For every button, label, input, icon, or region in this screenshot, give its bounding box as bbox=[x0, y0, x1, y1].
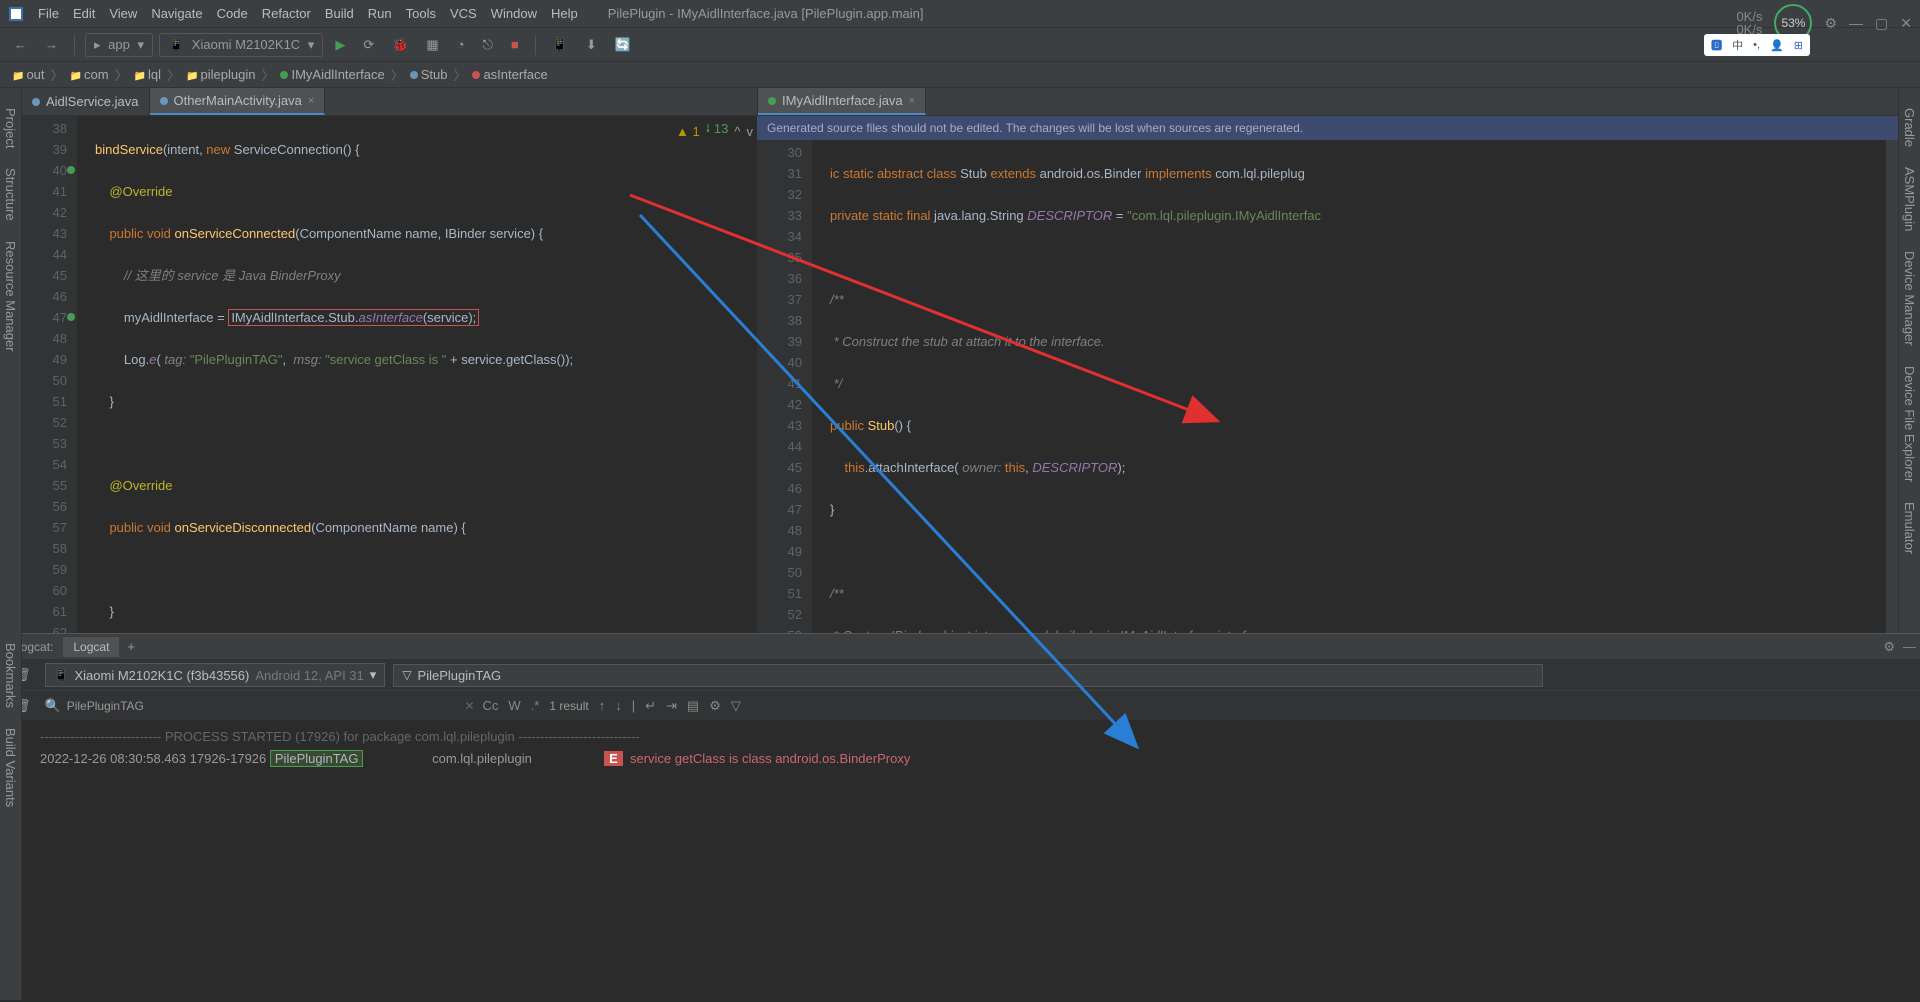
menu-run[interactable]: Run bbox=[362, 4, 398, 23]
breadcrumb-item[interactable]: asInterface bbox=[472, 67, 547, 82]
tab-imyaidlinterface[interactable]: IMyAidlInterface.java× bbox=[758, 88, 926, 115]
soft-wrap-button[interactable]: ↵ bbox=[645, 698, 656, 714]
apply-changes-button[interactable]: ⟳ bbox=[357, 34, 380, 56]
right-editor[interactable]: 3031323334353637383940414243444546474849… bbox=[757, 140, 1898, 633]
left-editor[interactable]: ▲ 1⭭ 13^v 383940414243444546474849505152… bbox=[22, 116, 757, 633]
generated-warning-banner: Generated source files should not be edi… bbox=[757, 116, 1898, 140]
close-icon[interactable]: × bbox=[909, 95, 915, 107]
breadcrumb-item[interactable]: lql bbox=[134, 67, 161, 82]
right-tool-sidebar: Gradle ASMPlugin Device Manager Device F… bbox=[1898, 88, 1920, 633]
add-tab-button[interactable]: + bbox=[119, 639, 143, 654]
right-editor-pane: IMyAidlInterface.java× Generated source … bbox=[757, 88, 1898, 633]
logcat-tab[interactable]: Logcat bbox=[63, 637, 119, 657]
menu-build[interactable]: Build bbox=[319, 4, 360, 23]
menu-view[interactable]: View bbox=[103, 4, 143, 23]
tab-aidlservice[interactable]: AidlService.java bbox=[22, 88, 150, 115]
window-title: PilePlugin - IMyAidlInterface.java [Pile… bbox=[608, 6, 924, 21]
sdk-button[interactable]: ⬇ bbox=[580, 34, 603, 56]
net-speed: 0K/s0K/s bbox=[1736, 10, 1762, 36]
sidebar-emulator[interactable]: Emulator bbox=[1899, 492, 1920, 564]
menu-code[interactable]: Code bbox=[211, 4, 254, 23]
breadcrumb-item[interactable]: IMyAidlInterface bbox=[280, 67, 384, 82]
right-code[interactable]: ic static abstract class Stub extends an… bbox=[812, 140, 1886, 633]
menu-help[interactable]: Help bbox=[545, 4, 584, 23]
menu-edit[interactable]: Edit bbox=[67, 4, 101, 23]
coverage-button[interactable]: ▦ bbox=[420, 34, 444, 56]
device-dropdown[interactable]: 📱 Xiaomi M2102K1C ▾ bbox=[159, 33, 323, 57]
gear-icon[interactable]: ⚙ bbox=[1824, 15, 1837, 32]
sidebar-device-manager[interactable]: Device Manager bbox=[1899, 241, 1920, 356]
breadcrumb-item[interactable]: com bbox=[70, 67, 109, 82]
scrollbar[interactable] bbox=[1886, 140, 1898, 633]
app-logo bbox=[8, 6, 24, 22]
sidebar-bookmarks[interactable]: Bookmarks bbox=[0, 633, 21, 718]
sync-button[interactable]: 🔄 bbox=[609, 34, 637, 56]
breadcrumb-item[interactable]: out bbox=[12, 67, 45, 82]
ime-badges[interactable]: 🅱中•,👤⊞ bbox=[1704, 34, 1810, 56]
filter-button[interactable]: ▽ bbox=[731, 698, 741, 714]
close-icon[interactable]: ✕ bbox=[1900, 15, 1912, 32]
editor-tabs-left: AidlService.java OtherMainActivity.java× bbox=[22, 88, 757, 116]
regex-toggle[interactable]: .* bbox=[531, 698, 540, 713]
stop-button[interactable]: ■ bbox=[505, 34, 525, 55]
logcat-output[interactable]: ---------------------------- PROCESS STA… bbox=[0, 720, 1920, 1002]
sidebar-structure[interactable]: Structure bbox=[0, 158, 21, 231]
sidebar-project[interactable]: Project bbox=[0, 98, 21, 158]
search-result-count: 1 result bbox=[549, 699, 588, 713]
attach-button[interactable]: ⎋ bbox=[477, 34, 499, 56]
menu-tools[interactable]: Tools bbox=[400, 4, 442, 23]
gear-icon[interactable]: ⚙ bbox=[1883, 639, 1895, 655]
run-button[interactable]: ▶ bbox=[329, 34, 351, 56]
logcat-search-bar: 🗑 🔍 PilePluginTAG✕ Cc W .* 1 result ↑ ↓ … bbox=[0, 690, 1920, 720]
logcat-panel: Logcat: Logcat + ⚙— 🗑 📱 Xiaomi M2102K1C … bbox=[0, 633, 1920, 1002]
case-toggle[interactable]: Cc bbox=[483, 698, 499, 713]
sidebar-device-file-explorer[interactable]: Device File Explorer bbox=[1899, 356, 1920, 492]
nav-forward-button[interactable]: → bbox=[39, 34, 64, 55]
sidebar-build-variants[interactable]: Build Variants bbox=[0, 718, 21, 817]
menu-bar: File Edit View Navigate Code Refactor Bu… bbox=[0, 0, 1920, 28]
debug-button[interactable]: 🐞 bbox=[386, 34, 414, 56]
logcat-search-input[interactable]: 🔍 PilePluginTAG✕ bbox=[45, 698, 475, 714]
sidebar-resource-manager[interactable]: Resource Manager bbox=[0, 231, 21, 362]
editor-tabs-right: IMyAidlInterface.java× bbox=[757, 88, 1898, 116]
profile-button[interactable]: ◔ bbox=[451, 34, 471, 55]
words-toggle[interactable]: W bbox=[508, 698, 520, 713]
minimize-icon[interactable]: — bbox=[1849, 15, 1863, 31]
menu-file[interactable]: File bbox=[32, 4, 65, 23]
hide-icon[interactable]: — bbox=[1903, 639, 1916, 655]
logcat-tabs: Logcat: Logcat + ⚙— bbox=[0, 634, 1920, 660]
next-result-button[interactable]: ↓ bbox=[615, 698, 622, 713]
nav-back-button[interactable]: ← bbox=[8, 34, 33, 55]
left-editor-pane: AidlService.java OtherMainActivity.java×… bbox=[22, 88, 757, 633]
logcat-device-dropdown[interactable]: 📱 Xiaomi M2102K1C (f3b43556) Android 12,… bbox=[45, 663, 386, 687]
breadcrumb-item[interactable]: Stub bbox=[410, 67, 448, 82]
sidebar-asmplugin[interactable]: ASMPlugin bbox=[1899, 157, 1920, 241]
avd-button[interactable]: 📱 bbox=[546, 34, 574, 56]
split-button[interactable]: ▤ bbox=[687, 698, 699, 714]
right-gutter: 3031323334353637383940414243444546474849… bbox=[757, 140, 812, 633]
breadcrumb-item[interactable]: pileplugin bbox=[186, 67, 255, 82]
scroll-end-button[interactable]: ⇥ bbox=[666, 698, 677, 714]
left-gutter: 3839404142434445464748495051525354555657… bbox=[22, 116, 77, 633]
menu-navigate[interactable]: Navigate bbox=[145, 4, 208, 23]
prev-result-button[interactable]: ↑ bbox=[599, 698, 606, 713]
sidebar-gradle[interactable]: Gradle bbox=[1899, 98, 1920, 157]
logcat-filter-bar: 🗑 📱 Xiaomi M2102K1C (f3b43556) Android 1… bbox=[0, 660, 1920, 690]
main-toolbar: ← → ▸ app ▾ 📱 Xiaomi M2102K1C ▾ ▶ ⟳ 🐞 ▦ … bbox=[0, 28, 1920, 62]
left-code[interactable]: bindService(intent, new ServiceConnectio… bbox=[77, 116, 757, 633]
menu-vcs[interactable]: VCS bbox=[444, 4, 483, 23]
settings-button[interactable]: ⚙ bbox=[709, 698, 721, 714]
inspection-widget[interactable]: ▲ 1⭭ 13^v bbox=[676, 120, 753, 142]
logcat-filter-input[interactable]: ▽ PilePluginTAG bbox=[393, 664, 1543, 687]
breadcrumb: out〉 com〉 lql〉 pileplugin〉 IMyAidlInterf… bbox=[0, 62, 1920, 88]
tab-othermainactivity[interactable]: OtherMainActivity.java× bbox=[150, 88, 326, 115]
menu-window[interactable]: Window bbox=[485, 4, 543, 23]
editor-area: Project Structure Resource Manager AidlS… bbox=[0, 88, 1920, 633]
close-icon[interactable]: × bbox=[308, 95, 314, 107]
menu-items: File Edit View Navigate Code Refactor Bu… bbox=[32, 4, 584, 23]
menu-refactor[interactable]: Refactor bbox=[256, 4, 317, 23]
maximize-icon[interactable]: ▢ bbox=[1875, 15, 1888, 32]
left-tool-sidebar: Project Structure Resource Manager bbox=[0, 88, 22, 633]
run-config-dropdown[interactable]: ▸ app ▾ bbox=[85, 33, 153, 57]
